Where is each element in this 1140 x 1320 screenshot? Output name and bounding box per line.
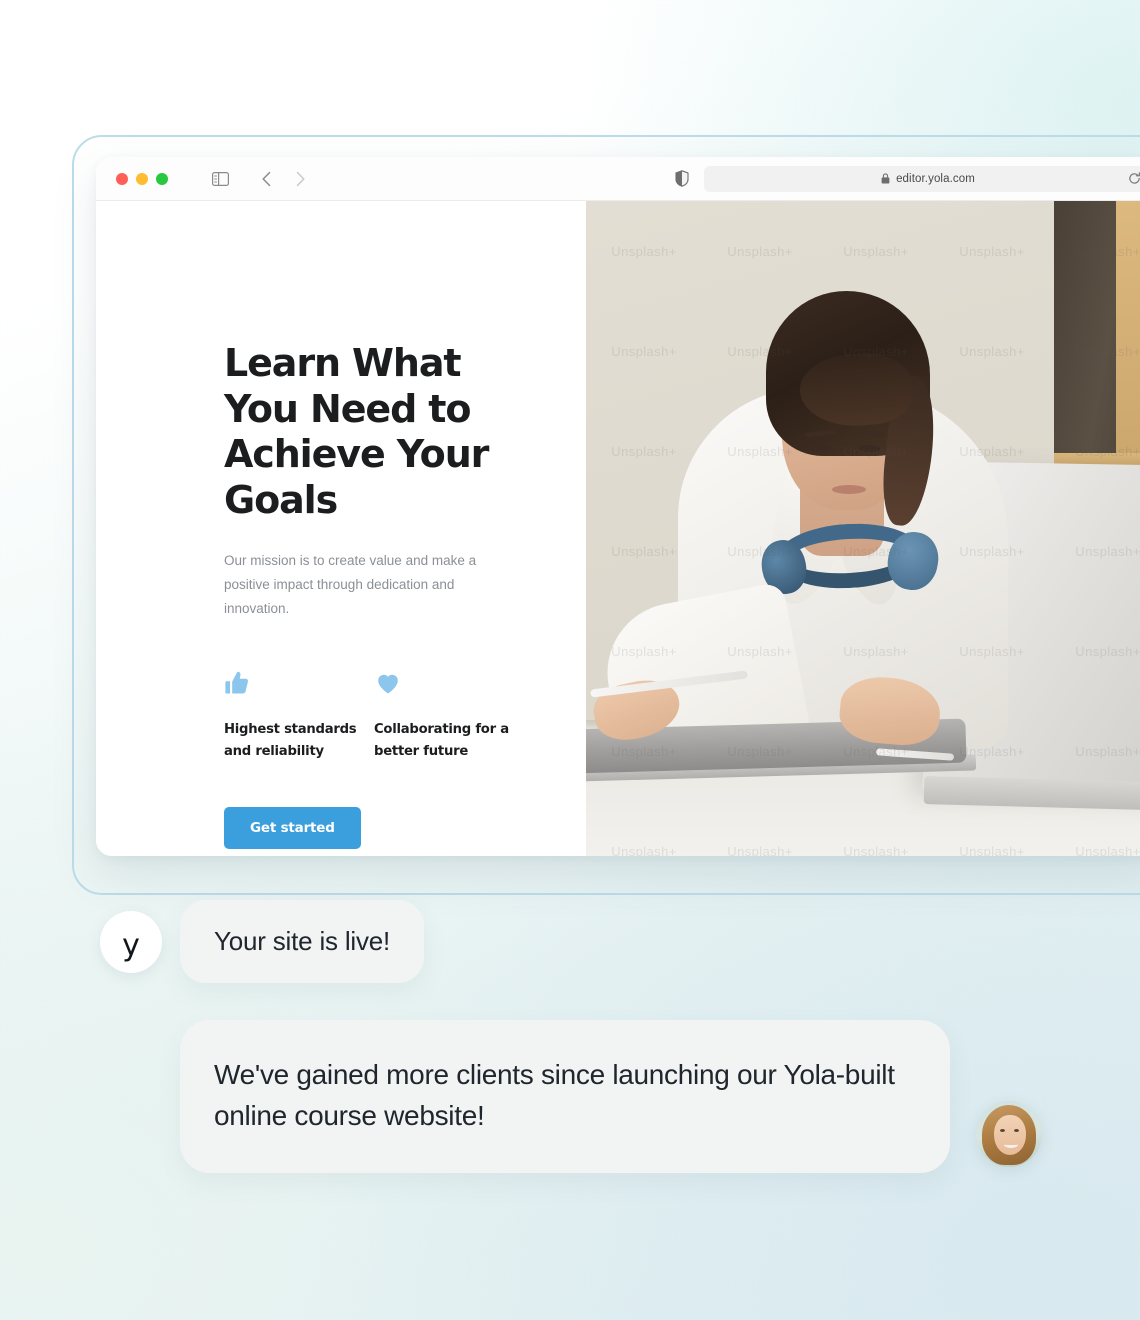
reload-button[interactable]	[1126, 171, 1140, 187]
window-traffic-lights[interactable]	[116, 172, 168, 185]
close-window-button[interactable]	[116, 172, 128, 185]
browser-window: editor.yola.com Learn What You Need to A…	[96, 157, 1140, 856]
feature-item: Highest standards and reliability	[224, 663, 374, 762]
website-viewport: Learn What You Need to Achieve Your Goal…	[96, 201, 1140, 856]
hero-image-column: Unsplash+ Unsplash+ Unsplash+ Unsplash+ …	[586, 201, 1140, 856]
chat-message-text: Your site is live!	[214, 926, 391, 956]
browser-address-area: editor.yola.com	[644, 165, 1140, 192]
chat-message-text: We've gained more clients since launchin…	[214, 1059, 895, 1132]
browser-toolbar: editor.yola.com	[96, 157, 1140, 201]
hero-subtitle: Our mission is to create value and make …	[224, 553, 477, 617]
feature-label: Highest standards and reliability	[224, 722, 357, 759]
lock-icon	[881, 173, 890, 184]
sidebar-toggle-button[interactable]	[206, 166, 234, 192]
address-bar[interactable]: editor.yola.com	[704, 165, 1140, 192]
avatar-eye	[1000, 1128, 1005, 1132]
feature-label: Collaborating for a better future	[374, 722, 509, 759]
yola-logo-letter: y	[122, 927, 140, 963]
privacy-report-button[interactable]	[670, 170, 694, 187]
forward-button[interactable]	[286, 166, 314, 192]
feature-item: Collaborating for a better future	[374, 663, 524, 762]
reload-icon	[1128, 172, 1140, 184]
hero-photo: Unsplash+ Unsplash+ Unsplash+ Unsplash+ …	[586, 201, 1140, 856]
hero-text-column: Learn What You Need to Achieve Your Goal…	[96, 201, 586, 856]
chat-bubble: Your site is live!	[180, 900, 425, 983]
hero-heading: Learn What You Need to Achieve Your Goal…	[224, 341, 489, 522]
avatar-face	[994, 1114, 1026, 1155]
avatar-smile	[1004, 1141, 1018, 1148]
photo-person-lips	[832, 485, 866, 494]
hero-content: Learn What You Need to Achieve Your Goal…	[224, 341, 524, 850]
thumbs-up-icon	[225, 672, 248, 694]
address-bar-url: editor.yola.com	[896, 172, 975, 185]
back-button[interactable]	[252, 166, 280, 192]
minimize-window-button[interactable]	[136, 172, 148, 185]
feature-icon-wrap	[374, 663, 524, 697]
sidebar-toggle-icon	[211, 171, 229, 186]
browser-nav-controls	[206, 166, 314, 192]
yola-brand-avatar: y	[100, 910, 162, 973]
hero-feature-list: Highest standards and reliability Collab…	[224, 663, 524, 762]
feature-icon-wrap	[224, 663, 374, 697]
chevron-right-icon	[296, 171, 305, 186]
shield-privacy-icon	[675, 170, 689, 187]
chat-message-row: We've gained more clients since launchin…	[180, 1020, 1042, 1173]
chat-bubble: We've gained more clients since launchin…	[180, 1020, 950, 1173]
heart-icon	[378, 675, 398, 694]
chat-message-row: y Your site is live!	[100, 900, 425, 983]
maximize-window-button[interactable]	[156, 172, 168, 185]
customer-avatar	[976, 1100, 1042, 1167]
chevron-left-icon	[261, 171, 270, 186]
address-bar-content: editor.yola.com	[881, 173, 975, 185]
get-started-button[interactable]: Get started	[224, 807, 361, 850]
avatar-eye	[1014, 1128, 1019, 1132]
